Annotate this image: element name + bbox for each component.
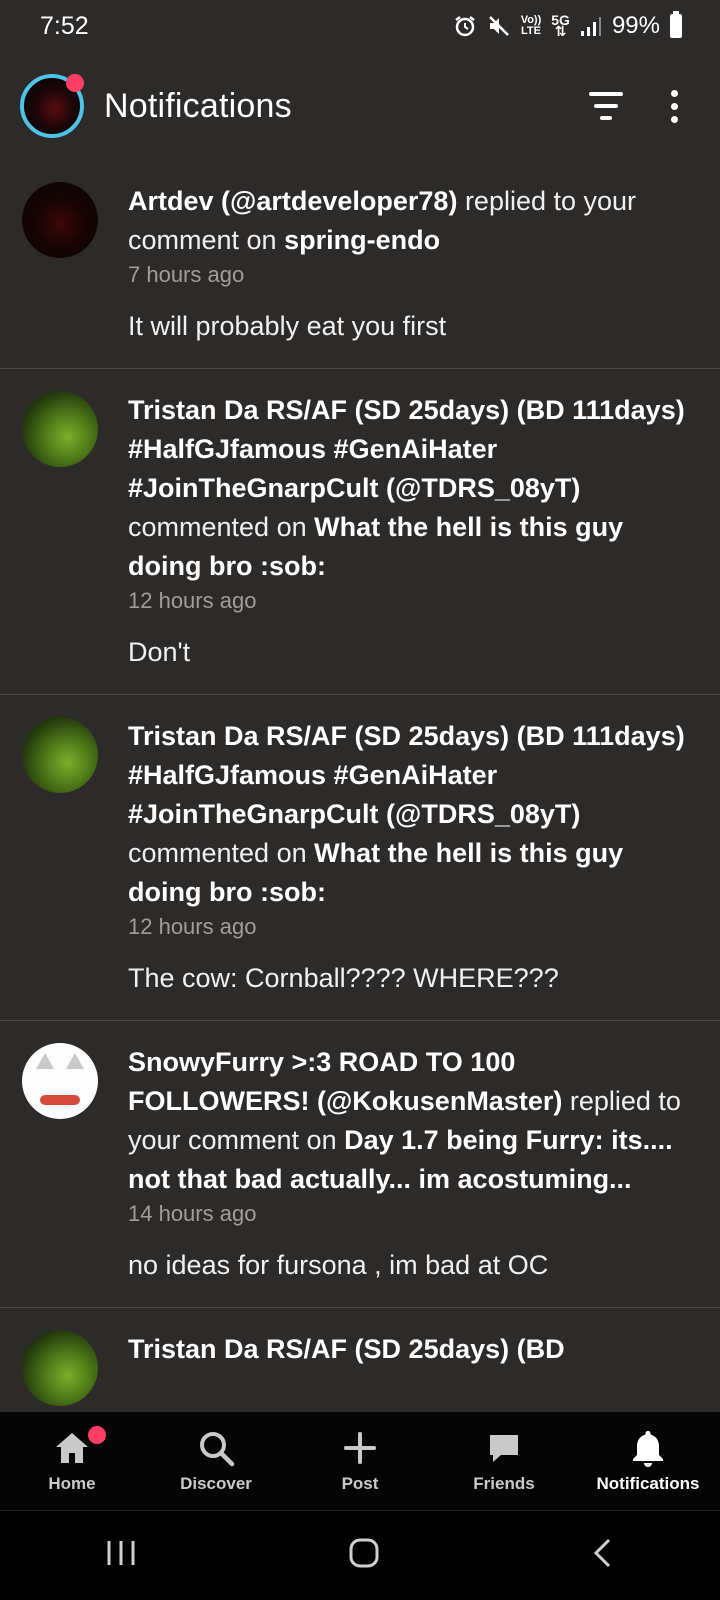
notification-target[interactable]: spring-endo [284,225,440,255]
battery-percent: 99% [611,12,660,39]
nav-friends[interactable]: Friends [432,1412,576,1510]
profile-notification-dot [66,74,84,92]
signal-icon [580,13,602,39]
nav-post-label: Post [341,1474,379,1493]
notification-comment: It will probably eat you first [128,311,447,341]
notification-actor[interactable]: Tristan Da RS/AF (SD 25days) (BD 111days… [128,395,685,503]
avatar[interactable] [22,1043,98,1119]
home-notification-badge [88,1426,106,1444]
profile-avatar[interactable] [20,74,84,138]
network-label: 5G [551,12,570,28]
alarm-icon [453,13,477,39]
more-options-icon[interactable] [671,89,678,123]
plus-icon [343,1428,377,1468]
notification-actor[interactable]: Tristan Da RS/AF (SD 25days) (BD 111days… [128,721,685,829]
nav-home-label: Home [48,1474,96,1493]
system-nav-bar [0,1510,720,1600]
avatar-ear-right [66,1053,84,1069]
notification-item[interactable]: Tristan Da RS/AF (SD 25days) (BD 111days… [0,695,720,1021]
nav-notifications[interactable]: Notifications [576,1412,720,1510]
avatar-collar [40,1095,80,1105]
nav-friends-label: Friends [473,1474,535,1493]
filter-icon[interactable] [589,92,623,120]
volte-icon: Vo)) LTE [521,13,542,39]
bell-icon [631,1428,665,1468]
notification-item[interactable]: Artdev (@artdeveloper78) replied to your… [0,160,720,369]
5g-icon: 5G ⇅ [551,12,570,39]
avatar[interactable] [22,182,98,258]
notification-text: Artdev (@artdeveloper78) replied to your… [128,182,690,260]
battery-icon [670,11,682,38]
avatar-ear-left [36,1053,54,1069]
nav-discover-label: Discover [180,1474,252,1493]
avatar[interactable] [22,391,98,467]
home-icon [54,1428,90,1468]
notification-time: 7 hours ago [128,262,245,287]
nav-discover[interactable]: Discover [144,1412,288,1510]
notification-time: 12 hours ago [128,914,257,939]
notification-action: commented on [128,512,315,542]
notification-text: Tristan Da RS/AF (SD 25days) (BD 111days… [128,717,690,912]
avatar[interactable] [22,717,98,793]
status-icons: Vo)) LTE 5G ⇅ 99% [453,11,682,40]
notification-time: 14 hours ago [128,1201,257,1226]
notification-text: Tristan Da RS/AF (SD 25days) (BD 111days… [128,391,690,586]
status-bar: 7:52 Vo)) LTE 5G ⇅ 99% [0,0,720,52]
bottom-nav: Home Discover Post Friends Notifications [0,1412,720,1510]
nav-notifications-label: Notifications [596,1474,700,1493]
notification-text: SnowyFurry >:3 ROAD TO 100 FOLLOWERS! (@… [128,1043,690,1199]
chat-icon [487,1428,521,1468]
volte-bottom: LTE [520,25,541,37]
home-system-icon[interactable] [348,1537,380,1574]
notification-text: Tristan Da RS/AF (SD 25days) (BD [128,1330,690,1369]
notification-item[interactable]: Tristan Da RS/AF (SD 25days) (BD [0,1308,720,1412]
nav-home[interactable]: Home [0,1412,144,1510]
avatar[interactable] [22,1330,98,1406]
notification-actor[interactable]: Artdev (@artdeveloper78) [128,186,457,216]
page-title: Notifications [104,86,292,125]
mute-icon [487,13,511,39]
notification-action: commented on [128,838,315,868]
notification-comment: The cow: Cornball???? WHERE??? [128,963,559,993]
notification-comment: no ideas for fursona , im bad at OC [128,1250,549,1280]
notification-comment: Don't [128,637,191,667]
notification-feed[interactable]: Artdev (@artdeveloper78) replied to your… [0,160,720,1412]
nav-post[interactable]: Post [288,1412,432,1510]
notification-time: 12 hours ago [128,588,257,613]
recent-apps-icon[interactable] [105,1539,137,1572]
notification-actor[interactable]: Tristan Da RS/AF (SD 25days) (BD [128,1334,565,1364]
notification-item[interactable]: SnowyFurry >:3 ROAD TO 100 FOLLOWERS! (@… [0,1021,720,1308]
search-icon [197,1428,235,1468]
status-time: 7:52 [40,11,89,40]
back-icon[interactable] [591,1537,615,1574]
header-actions [589,89,700,123]
notification-item[interactable]: Tristan Da RS/AF (SD 25days) (BD 111days… [0,369,720,695]
notification-actor[interactable]: SnowyFurry >:3 ROAD TO 100 FOLLOWERS! (@… [128,1047,562,1116]
app-header: Notifications [0,60,720,152]
